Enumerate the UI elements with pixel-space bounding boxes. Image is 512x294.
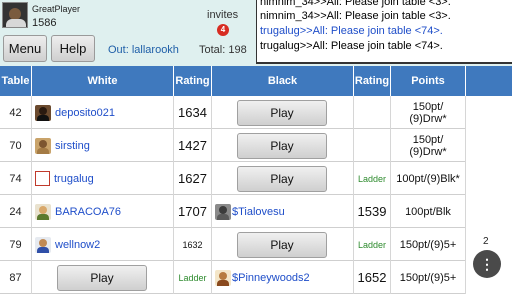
player-name: GreatPlayer bbox=[32, 4, 81, 14]
black-player: Play bbox=[212, 228, 354, 261]
white-player[interactable]: trugalug bbox=[32, 162, 174, 195]
white-rating: 1427 bbox=[174, 129, 212, 162]
col-header-black[interactable]: Black bbox=[212, 66, 354, 96]
points-value: 100pt/Blk bbox=[391, 195, 466, 228]
points-value: 150pt/ (9)Drw* bbox=[391, 129, 466, 162]
player-avatar-icon bbox=[215, 203, 231, 220]
white-player-name[interactable]: deposito021 bbox=[55, 107, 115, 119]
black-player[interactable]: $Tialovesu bbox=[212, 195, 354, 228]
table-number: 70 bbox=[0, 129, 32, 162]
table-row[interactable]: 87 Play Ladder $Pinneywoods2 1652 150pt/… bbox=[0, 261, 466, 294]
col-header-white[interactable]: White bbox=[32, 66, 174, 96]
white-rating: 1627 bbox=[174, 162, 212, 195]
black-player: Play bbox=[212, 162, 354, 195]
play-button[interactable]: Play bbox=[237, 231, 327, 258]
table-row[interactable]: 79 wellnow2 1632 Play Ladder 150pt/(9)5+ bbox=[0, 228, 466, 261]
table-number: 24 bbox=[0, 195, 32, 228]
player-avatar[interactable] bbox=[2, 2, 28, 28]
player-avatar-icon bbox=[35, 203, 51, 220]
black-rating: 1539 bbox=[354, 195, 391, 228]
chat-line: nimnim_34>>All: Please join table <3>. bbox=[260, 0, 451, 8]
points-value: 150pt/(9)5+ bbox=[391, 228, 466, 261]
white-ladder-label: Ladder bbox=[174, 261, 212, 294]
col-header-points[interactable]: Points bbox=[391, 66, 466, 96]
play-button[interactable]: Play bbox=[57, 264, 147, 291]
total-count: Total: 198 bbox=[199, 44, 247, 56]
table-row[interactable]: 74 trugalug 1627 Play Ladder 100pt/(9)Bl… bbox=[0, 162, 466, 195]
chat-line: trugalug>>All: Please join table <74>. bbox=[260, 40, 443, 52]
player-avatar-icon bbox=[35, 137, 51, 154]
white-rating: 1634 bbox=[174, 96, 212, 129]
chat-line: trugalug>>All: Please join table <74>. bbox=[260, 25, 443, 37]
play-button[interactable]: Play bbox=[237, 99, 327, 126]
play-button[interactable]: Play bbox=[237, 132, 327, 159]
white-player-name[interactable]: BARACOA76 bbox=[55, 206, 121, 218]
out-status[interactable]: Out: lallarookh bbox=[108, 44, 179, 56]
table-row[interactable]: 42 deposito021 1634 Play 150pt/ (9)Drw* bbox=[0, 96, 466, 129]
play-button[interactable]: Play bbox=[237, 165, 327, 192]
black-player[interactable]: $Pinneywoods2 bbox=[212, 261, 354, 294]
white-rating: 1707 bbox=[174, 195, 212, 228]
white-player[interactable]: BARACOA76 bbox=[32, 195, 174, 228]
black-rating bbox=[354, 129, 391, 162]
white-player: Play bbox=[32, 261, 174, 294]
menu-button[interactable]: Menu bbox=[3, 35, 47, 62]
points-value: 150pt/ (9)Drw* bbox=[391, 96, 466, 129]
page-indicator: 2 bbox=[483, 236, 489, 247]
table-row[interactable]: 70 sirsting 1427 Play 150pt/ (9)Drw* bbox=[0, 129, 466, 162]
invites-label[interactable]: invites bbox=[207, 9, 238, 21]
white-player-name[interactable]: wellnow2 bbox=[55, 239, 100, 251]
player-avatar-icon bbox=[215, 269, 231, 286]
white-player-name[interactable]: sirsting bbox=[55, 140, 90, 152]
empty-avatar-icon bbox=[35, 171, 50, 186]
col-header-rating-black[interactable]: Rating bbox=[354, 66, 391, 96]
invites-count-badge[interactable]: 4 bbox=[217, 24, 229, 36]
white-rating: 1632 bbox=[174, 228, 212, 261]
col-header-table[interactable]: Table bbox=[0, 66, 32, 96]
chat-line: nimnim_34>>All: Please join table <3>. bbox=[260, 10, 451, 22]
white-player[interactable]: sirsting bbox=[32, 129, 174, 162]
player-avatar-icon bbox=[35, 104, 51, 121]
table-number: 87 bbox=[0, 261, 32, 294]
table-number: 74 bbox=[0, 162, 32, 195]
chat-log[interactable]: nimnim_34>>All: Please join table <3>. n… bbox=[256, 0, 512, 64]
black-player-name[interactable]: $Pinneywoods2 bbox=[232, 272, 310, 284]
black-player: Play bbox=[212, 96, 354, 129]
col-header-rating[interactable]: Rating bbox=[174, 66, 212, 96]
white-player-name[interactable]: trugalug bbox=[54, 173, 94, 185]
points-value: 100pt/(9)Blk* bbox=[391, 162, 466, 195]
black-player: Play bbox=[212, 129, 354, 162]
player-avatar-icon bbox=[35, 236, 51, 253]
black-ladder-label: Ladder bbox=[354, 162, 391, 195]
black-player-name[interactable]: $Tialovesu bbox=[232, 206, 285, 218]
more-vertical-icon[interactable]: ⋮ bbox=[473, 250, 501, 278]
white-player[interactable]: wellnow2 bbox=[32, 228, 174, 261]
black-rating: 1652 bbox=[354, 261, 391, 294]
black-ladder-label: Ladder bbox=[354, 228, 391, 261]
table-number: 79 bbox=[0, 228, 32, 261]
black-rating bbox=[354, 96, 391, 129]
white-player[interactable]: deposito021 bbox=[32, 96, 174, 129]
help-button[interactable]: Help bbox=[51, 35, 95, 62]
table-row[interactable]: 24 BARACOA76 1707 $Tialovesu 1539 100pt/… bbox=[0, 195, 466, 228]
table-number: 42 bbox=[0, 96, 32, 129]
points-value: 150pt/(9)5+ bbox=[391, 261, 466, 294]
player-rating: 1586 bbox=[32, 17, 57, 29]
